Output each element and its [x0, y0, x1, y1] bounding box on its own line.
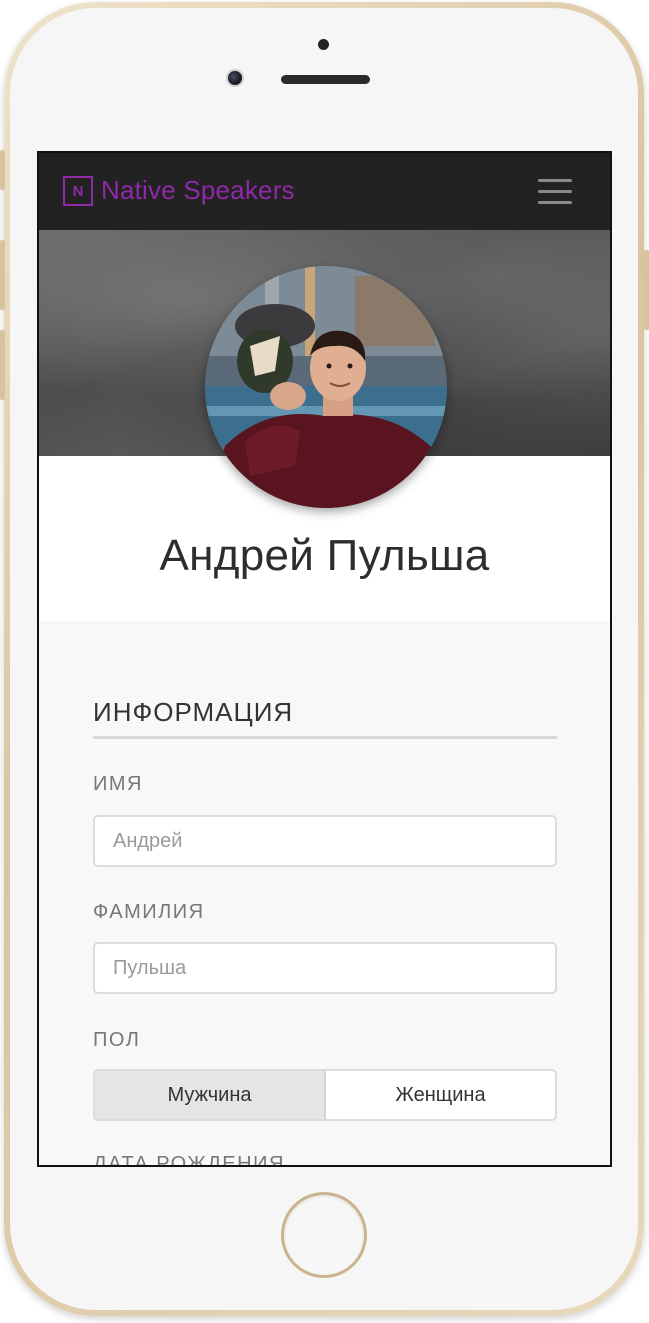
- earpiece-speaker: [281, 75, 370, 84]
- gender-male-button[interactable]: Мужчина: [95, 1071, 326, 1119]
- menu-bar-bottom: [538, 201, 572, 204]
- profile-avatar[interactable]: [205, 266, 447, 508]
- last-name-input[interactable]: [93, 942, 557, 994]
- profile-full-name: Андрей Пульша: [159, 531, 490, 580]
- birth-date-label: ДАТА РОЖДЕНИЯ: [93, 1153, 285, 1167]
- proximity-sensor: [318, 39, 329, 50]
- top-navbar: N Native Speakers: [39, 153, 610, 230]
- avatar-photo: [205, 266, 447, 508]
- section-title-info: ИНФОРМАЦИЯ: [93, 697, 294, 727]
- gender-label: ПОЛ: [93, 1029, 141, 1051]
- volume-down-button: [0, 330, 5, 400]
- section-divider: [93, 736, 557, 739]
- menu-bar-top: [538, 179, 572, 182]
- gender-female-button[interactable]: Женщина: [326, 1071, 555, 1119]
- mute-switch: [0, 150, 5, 190]
- volume-up-button: [0, 240, 5, 310]
- first-name-input[interactable]: [93, 815, 557, 867]
- first-name-label: ИМЯ: [93, 773, 143, 795]
- home-button[interactable]: [281, 1192, 367, 1278]
- menu-bar-middle: [538, 190, 572, 193]
- brand-logo-icon[interactable]: N: [63, 176, 93, 206]
- brand-name[interactable]: Native Speakers: [101, 175, 295, 206]
- logo-letter: N: [72, 182, 84, 200]
- phone-screen: N Native Speakers Андрей Пульша ИНФОРМАЦ…: [37, 151, 612, 1167]
- gender-toggle: Мужчина Женщина: [93, 1069, 557, 1121]
- front-camera: [226, 69, 244, 87]
- last-name-label: ФАМИЛИЯ: [93, 901, 205, 923]
- hamburger-menu-icon[interactable]: [538, 179, 572, 205]
- power-button: [644, 250, 649, 330]
